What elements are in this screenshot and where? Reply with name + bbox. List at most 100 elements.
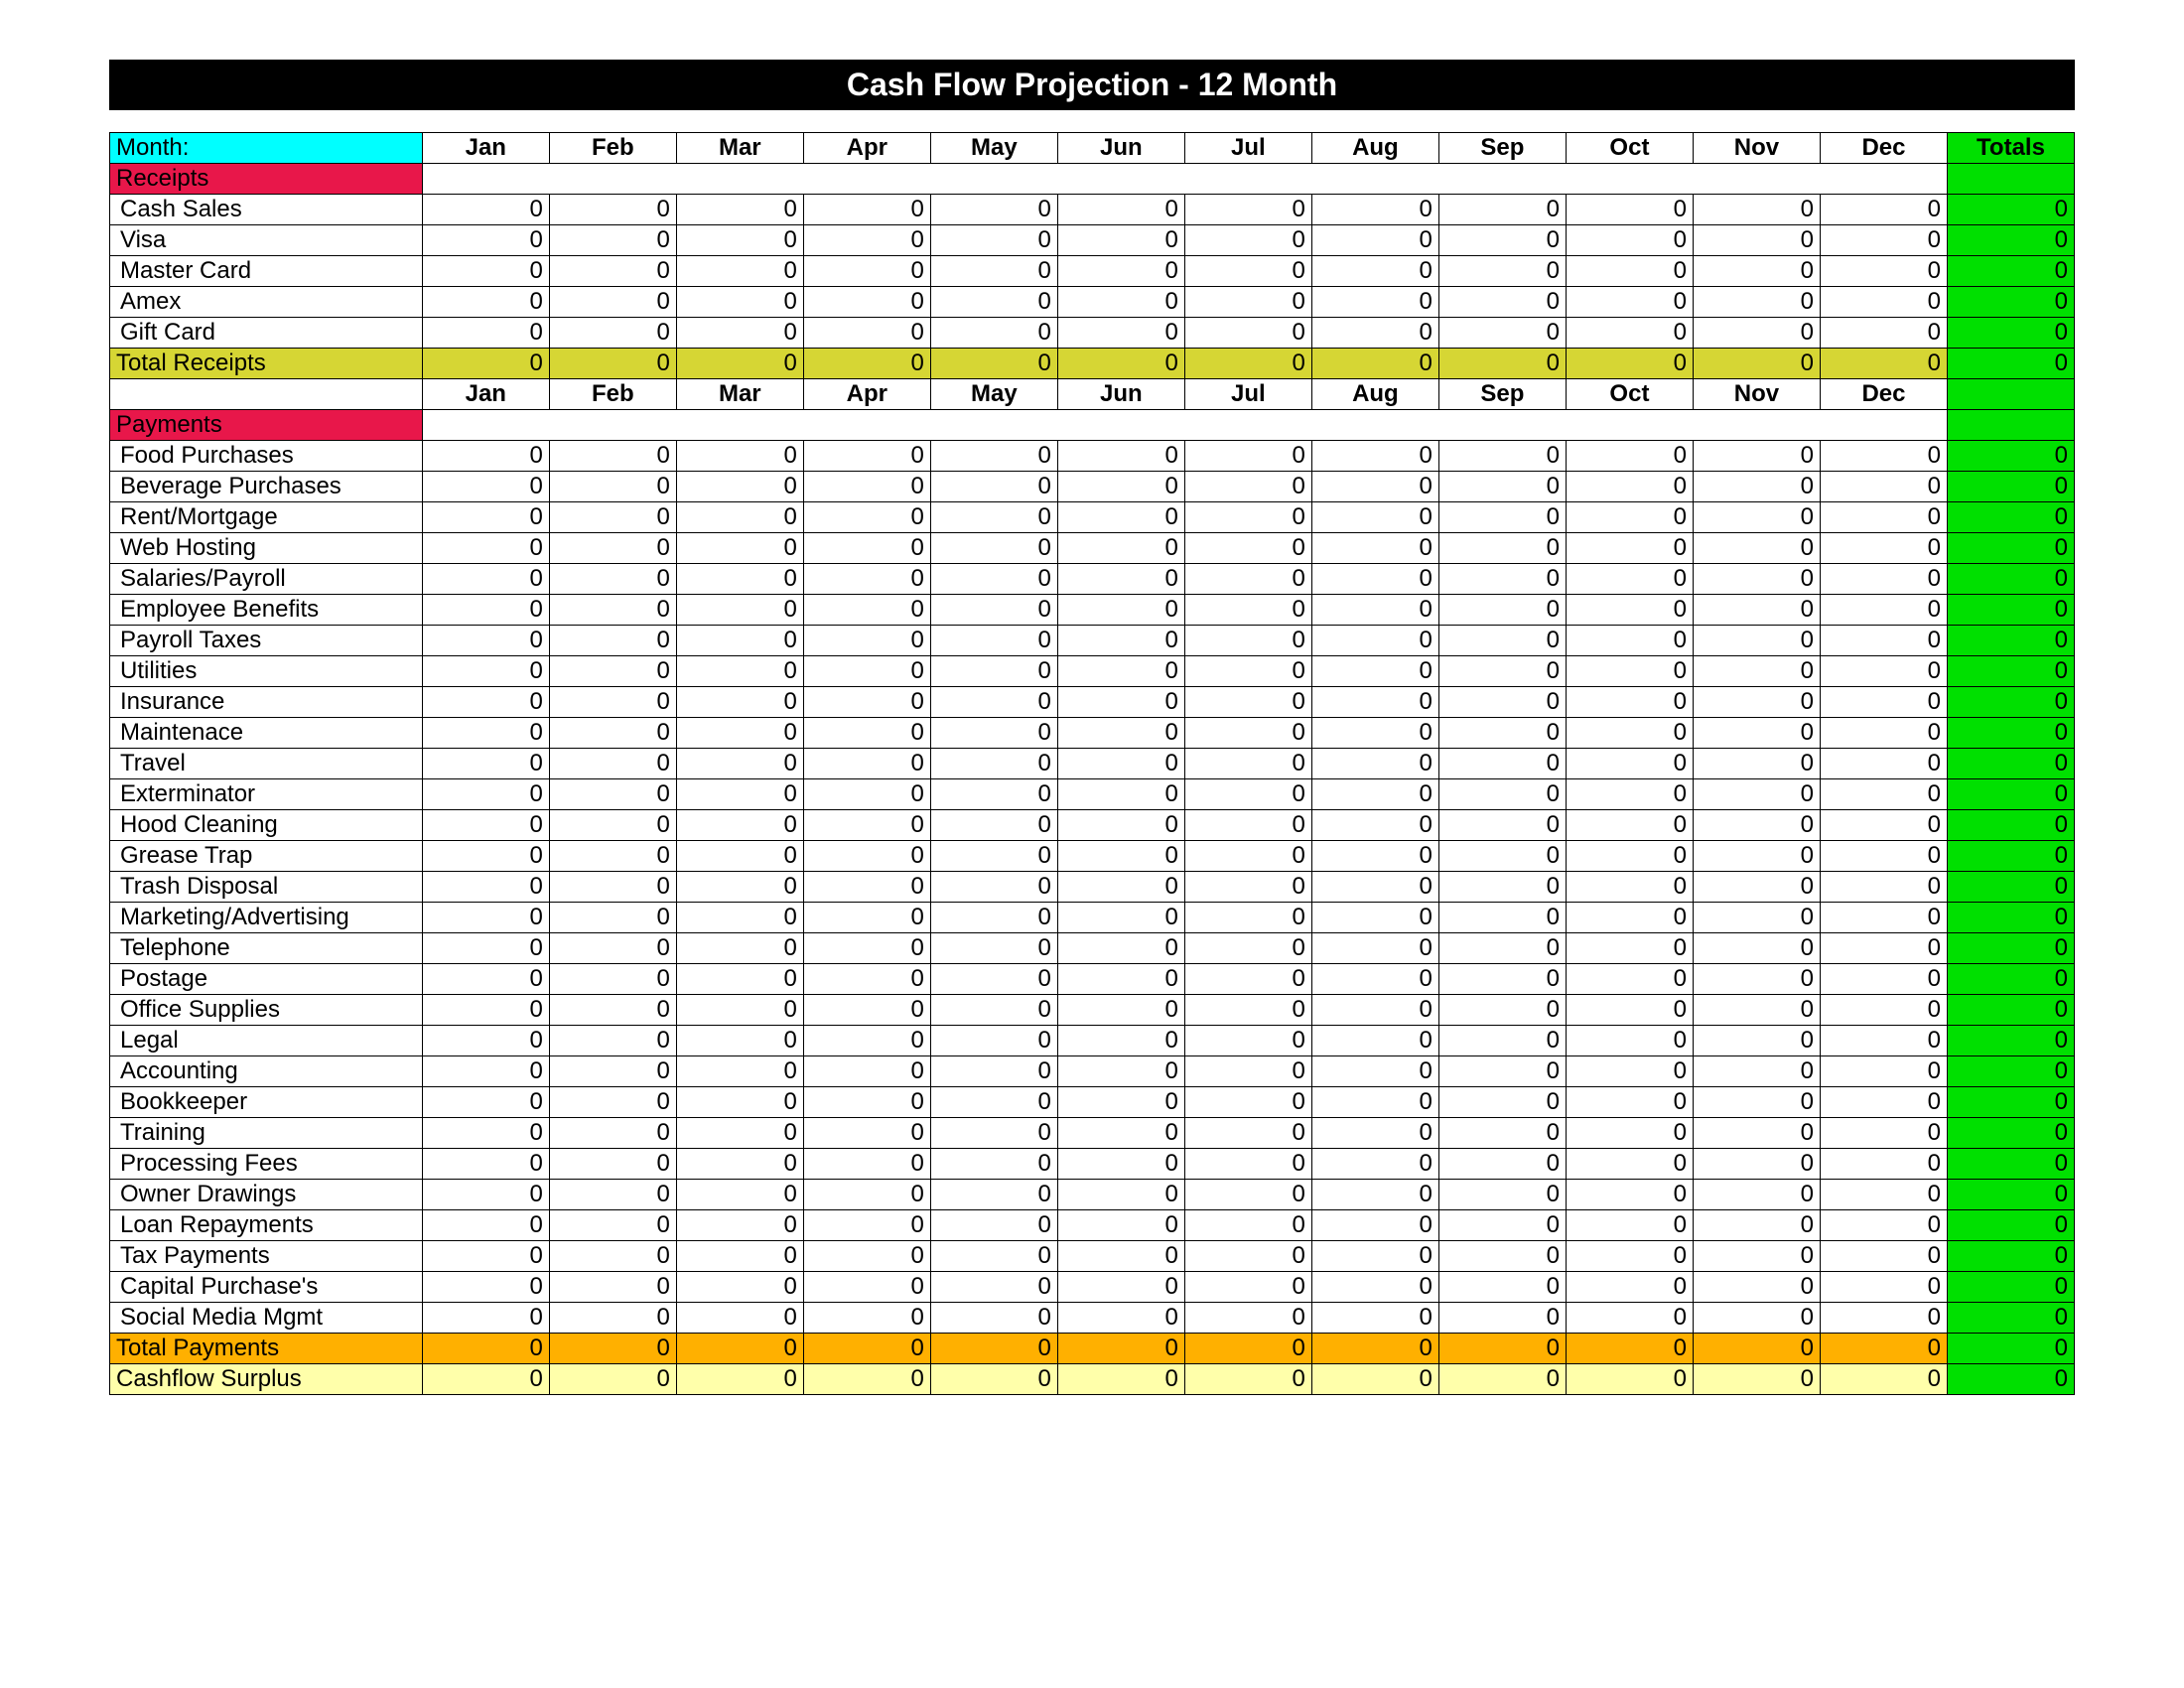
data-cell[interactable]: 0	[1820, 779, 1947, 810]
data-cell[interactable]: 0	[1566, 1087, 1693, 1118]
data-cell[interactable]: 0	[803, 256, 930, 287]
data-cell[interactable]: 0	[1438, 1180, 1566, 1210]
data-cell[interactable]: 0	[1820, 1180, 1947, 1210]
data-cell[interactable]: 0	[1057, 1272, 1184, 1303]
data-cell[interactable]: 0	[1820, 533, 1947, 564]
data-cell[interactable]: 0	[1693, 287, 1820, 318]
data-cell[interactable]: 0	[1438, 318, 1566, 349]
data-cell[interactable]: 0	[676, 1056, 803, 1087]
data-cell[interactable]: 0	[803, 872, 930, 903]
data-cell[interactable]: 0	[1311, 1149, 1438, 1180]
data-cell[interactable]: 0	[1311, 933, 1438, 964]
data-cell[interactable]: 0	[422, 318, 549, 349]
data-cell[interactable]: 0	[1311, 472, 1438, 502]
data-cell[interactable]: 0	[930, 718, 1057, 749]
data-cell[interactable]: 0	[930, 810, 1057, 841]
data-cell[interactable]: 0	[930, 933, 1057, 964]
data-cell[interactable]: 0	[1438, 749, 1566, 779]
data-cell[interactable]: 0	[549, 933, 676, 964]
data-cell[interactable]: 0	[1566, 318, 1693, 349]
data-cell[interactable]: 0	[676, 810, 803, 841]
data-cell[interactable]: 0	[1184, 1056, 1311, 1087]
data-cell[interactable]: 0	[422, 718, 549, 749]
data-cell[interactable]: 0	[422, 810, 549, 841]
data-cell[interactable]: 0	[1693, 1303, 1820, 1334]
data-cell[interactable]: 0	[1820, 256, 1947, 287]
data-cell[interactable]: 0	[1311, 718, 1438, 749]
data-cell[interactable]: 0	[803, 995, 930, 1026]
data-cell[interactable]: 0	[549, 1087, 676, 1118]
data-cell[interactable]: 0	[1184, 533, 1311, 564]
data-cell[interactable]: 0	[803, 779, 930, 810]
data-cell[interactable]: 0	[1438, 995, 1566, 1026]
data-cell[interactable]: 0	[1057, 1210, 1184, 1241]
data-cell[interactable]: 0	[1057, 626, 1184, 656]
data-cell[interactable]: 0	[549, 1026, 676, 1056]
data-cell[interactable]: 0	[422, 687, 549, 718]
data-cell[interactable]: 0	[1438, 595, 1566, 626]
data-cell[interactable]: 0	[1820, 626, 1947, 656]
data-cell[interactable]: 0	[1438, 1210, 1566, 1241]
data-cell[interactable]: 0	[1438, 810, 1566, 841]
data-cell[interactable]: 0	[1184, 903, 1311, 933]
data-cell[interactable]: 0	[1693, 225, 1820, 256]
data-cell[interactable]: 0	[1566, 687, 1693, 718]
data-cell[interactable]: 0	[1438, 903, 1566, 933]
data-cell[interactable]: 0	[1057, 225, 1184, 256]
data-cell[interactable]: 0	[422, 749, 549, 779]
data-cell[interactable]: 0	[1693, 810, 1820, 841]
data-cell[interactable]: 0	[1566, 1149, 1693, 1180]
data-cell[interactable]: 0	[1820, 933, 1947, 964]
data-cell[interactable]: 0	[803, 1087, 930, 1118]
data-cell[interactable]: 0	[1057, 318, 1184, 349]
data-cell[interactable]: 0	[1566, 1026, 1693, 1056]
data-cell[interactable]: 0	[676, 1303, 803, 1334]
data-cell[interactable]: 0	[1184, 1149, 1311, 1180]
data-cell[interactable]: 0	[1311, 318, 1438, 349]
data-cell[interactable]: 0	[1566, 1180, 1693, 1210]
data-cell[interactable]: 0	[1566, 810, 1693, 841]
data-cell[interactable]: 0	[930, 287, 1057, 318]
data-cell[interactable]: 0	[422, 1303, 549, 1334]
data-cell[interactable]: 0	[549, 564, 676, 595]
data-cell[interactable]: 0	[1693, 687, 1820, 718]
data-cell[interactable]: 0	[930, 626, 1057, 656]
data-cell[interactable]: 0	[1311, 1118, 1438, 1149]
data-cell[interactable]: 0	[803, 195, 930, 225]
data-cell[interactable]: 0	[1566, 472, 1693, 502]
data-cell[interactable]: 0	[1057, 595, 1184, 626]
data-cell[interactable]: 0	[1693, 933, 1820, 964]
data-cell[interactable]: 0	[1438, 626, 1566, 656]
data-cell[interactable]: 0	[1311, 1026, 1438, 1056]
data-cell[interactable]: 0	[676, 903, 803, 933]
data-cell[interactable]: 0	[1184, 441, 1311, 472]
data-cell[interactable]: 0	[1438, 225, 1566, 256]
data-cell[interactable]: 0	[1566, 595, 1693, 626]
data-cell[interactable]: 0	[803, 1026, 930, 1056]
data-cell[interactable]: 0	[930, 841, 1057, 872]
data-cell[interactable]: 0	[1566, 779, 1693, 810]
data-cell[interactable]: 0	[549, 1303, 676, 1334]
data-cell[interactable]: 0	[1438, 1087, 1566, 1118]
data-cell[interactable]: 0	[803, 1272, 930, 1303]
data-cell[interactable]: 0	[1693, 841, 1820, 872]
data-cell[interactable]: 0	[1693, 903, 1820, 933]
data-cell[interactable]: 0	[1057, 441, 1184, 472]
data-cell[interactable]: 0	[803, 564, 930, 595]
data-cell[interactable]: 0	[1184, 964, 1311, 995]
data-cell[interactable]: 0	[422, 1026, 549, 1056]
data-cell[interactable]: 0	[1438, 502, 1566, 533]
data-cell[interactable]: 0	[1438, 441, 1566, 472]
data-cell[interactable]: 0	[1820, 964, 1947, 995]
data-cell[interactable]: 0	[676, 872, 803, 903]
data-cell[interactable]: 0	[1820, 1241, 1947, 1272]
data-cell[interactable]: 0	[1693, 1118, 1820, 1149]
data-cell[interactable]: 0	[1184, 1026, 1311, 1056]
data-cell[interactable]: 0	[803, 318, 930, 349]
data-cell[interactable]: 0	[1693, 441, 1820, 472]
data-cell[interactable]: 0	[1438, 256, 1566, 287]
data-cell[interactable]: 0	[676, 472, 803, 502]
data-cell[interactable]: 0	[930, 872, 1057, 903]
data-cell[interactable]: 0	[1438, 195, 1566, 225]
data-cell[interactable]: 0	[930, 318, 1057, 349]
